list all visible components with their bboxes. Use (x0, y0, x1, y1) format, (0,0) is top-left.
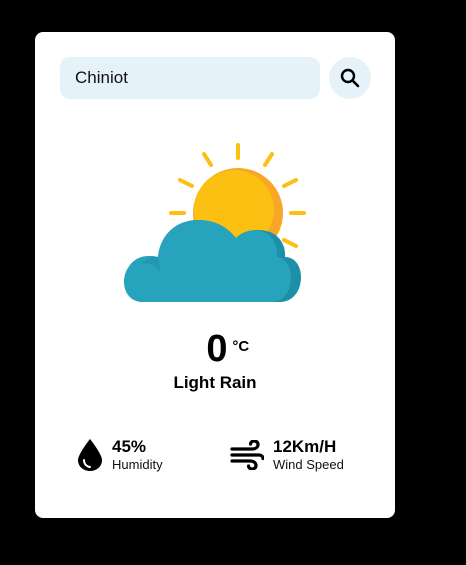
city-search-input[interactable]: Chiniot (60, 57, 320, 99)
weather-condition: Light Rain (173, 373, 257, 392)
wind-speed-value: 12Km/H (273, 437, 337, 456)
water-drop-icon (77, 438, 103, 472)
temperature-unit: °C (232, 338, 250, 355)
wind-detail: 12Km/H Wind Speed (230, 437, 344, 473)
humidity-detail: 45% Humidity (77, 437, 163, 473)
wind-speed-label: Wind Speed (273, 457, 344, 472)
temperature-value: 0 °C (206, 327, 249, 371)
weather-card: Chiniot 0 °C Light Rain 45% Humidity 12K… (35, 32, 395, 518)
wind-icon (230, 440, 264, 470)
sun-behind-cloud-icon (124, 143, 306, 302)
humidity-label: Humidity (112, 457, 163, 472)
search-button[interactable] (329, 57, 371, 99)
temperature-block: 0 °C (35, 327, 395, 371)
search-icon (340, 68, 360, 88)
humidity-value: 45% (112, 437, 147, 456)
